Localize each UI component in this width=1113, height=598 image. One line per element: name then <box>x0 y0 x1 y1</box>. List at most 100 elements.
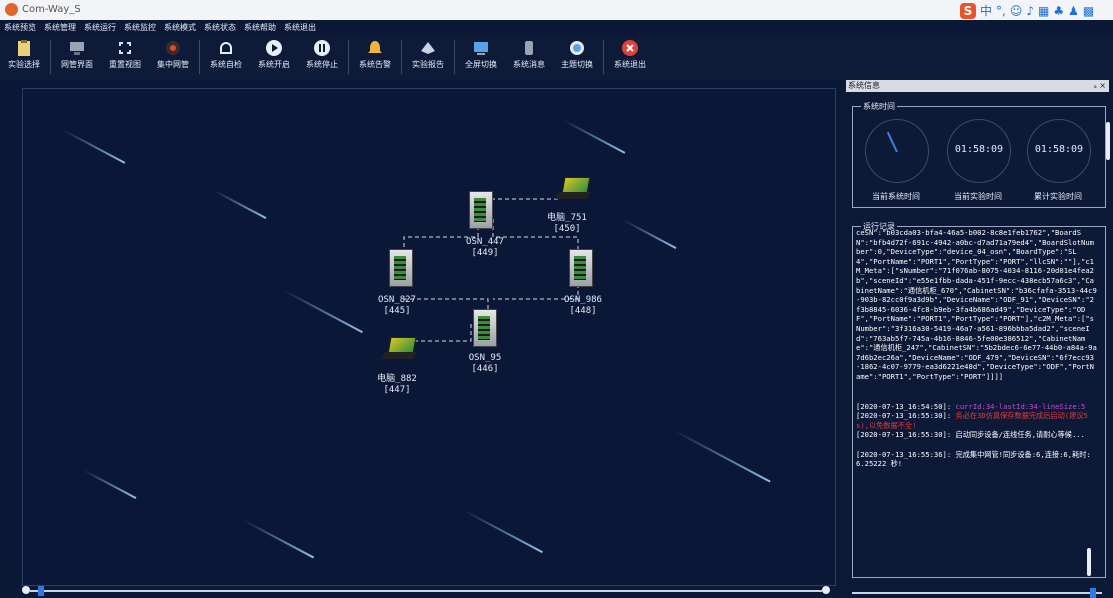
ime-toolbar[interactable]: S 中 °, ☺ ♪ ▦ ♣ ♟ ▩ <box>960 2 1094 19</box>
monitor-icon <box>70 42 84 55</box>
menu-item-status[interactable]: 系统状态 <box>200 20 240 34</box>
panel-title: 系统信息 <box>848 81 880 90</box>
slider-handle[interactable] <box>38 586 44 596</box>
self-check-button[interactable]: 系统自检 <box>202 34 250 78</box>
log-scrollbar[interactable] <box>1087 548 1091 576</box>
menu-item-mode[interactable]: 系统模式 <box>160 20 200 34</box>
node-label: OSN_447 [449] <box>466 237 504 258</box>
toolbar-label: 系统告警 <box>359 60 391 69</box>
toolbar: 实验选择 网管界面 重置视图 集中网管 系统自检 系统开启 系统停止 系统告警 … <box>0 34 1113 80</box>
system-stop-button[interactable]: 系统停止 <box>298 34 346 78</box>
panel-slider[interactable] <box>852 588 1102 598</box>
ime-skin-icon[interactable]: ♣ <box>1053 4 1064 18</box>
slider-track[interactable] <box>852 592 1102 594</box>
ime-shirt-icon[interactable]: ♟ <box>1068 4 1079 18</box>
menu-item-help[interactable]: 系统帮助 <box>240 20 280 34</box>
ime-emoji-icon[interactable]: ☺ <box>1010 4 1023 18</box>
log-text: 启动同步设备/连线任务,请耐心等候... <box>955 430 1085 440</box>
ime-grid-icon[interactable]: ▩ <box>1083 4 1094 18</box>
panel-controls[interactable]: ₐ × <box>1094 80 1106 92</box>
canvas-zoom-slider[interactable] <box>22 586 834 596</box>
node-osn-986[interactable] <box>569 249 593 287</box>
central-nms-button[interactable]: 集中网管 <box>149 34 197 78</box>
cabinet-icon <box>569 249 593 287</box>
zoom-out-icon[interactable] <box>22 586 30 594</box>
menu-item-exit[interactable]: 系统退出 <box>280 20 320 34</box>
system-alarm-button[interactable]: 系统告警 <box>351 34 399 78</box>
log-entry: [2020-07-13_16:55:30]: 务必在3D仿真保存数据完成后启动(… <box>856 411 1098 430</box>
log-text: currId:34-lastId:34-lineSize:5 <box>955 401 1086 411</box>
toolbar-label: 网管界面 <box>61 60 93 69</box>
central-nms-icon <box>166 41 180 55</box>
sogou-icon[interactable]: S <box>960 2 976 19</box>
slider-track[interactable] <box>30 590 822 592</box>
system-info-panel: 系统信息 ₐ × 系统时间 当前系统时间 01:58:09 当前实验时间 01:… <box>846 80 1109 597</box>
toolbar-separator <box>454 40 455 74</box>
system-exit-button[interactable]: 系统退出 <box>606 34 654 78</box>
report-icon <box>421 42 435 54</box>
nms-ui-button[interactable]: 网管界面 <box>53 34 101 78</box>
menu-bar: 系统预览 系统管理 系统运行 系统监控 系统模式 系统状态 系统帮助 系统退出 <box>0 20 1113 34</box>
node-label: 电脑_751 [450] <box>547 213 587 234</box>
node-osn-447[interactable] <box>469 191 493 229</box>
clock-value: 01:58:09 <box>1034 144 1084 155</box>
node-pc-882[interactable] <box>381 337 417 361</box>
log-entry: [2020-07-13_16:54:50]: currId:34-lastId:… <box>856 402 1098 412</box>
experiment-select-button[interactable]: 实验选择 <box>0 34 48 78</box>
ime-lang-icon[interactable]: 中 <box>980 2 992 19</box>
toolbar-label: 系统消息 <box>513 60 545 69</box>
toolbar-label: 全屏切换 <box>465 60 497 69</box>
system-message-button[interactable]: 系统消息 <box>505 34 553 78</box>
menu-item-preview[interactable]: 系统预览 <box>0 20 40 34</box>
reset-view-button[interactable]: 重置视图 <box>101 34 149 78</box>
window-title: Com-Way_S <box>22 4 81 15</box>
clock-label: 当前系统时间 <box>872 192 920 201</box>
menu-item-monitor[interactable]: 系统监控 <box>120 20 160 34</box>
toolbar-label: 系统停止 <box>306 60 338 69</box>
run-log-text[interactable]: ceSN":"b03cda03-bfa4-46a5-b002-8c8e1feb1… <box>856 228 1098 568</box>
system-start-button[interactable]: 系统开启 <box>250 34 298 78</box>
toolbar-separator <box>348 40 349 74</box>
exit-icon <box>622 40 638 56</box>
clipboard-icon <box>18 40 30 56</box>
theme-switch-button[interactable]: 主题切换 <box>553 34 601 78</box>
bell-icon <box>368 41 382 53</box>
toolbar-separator <box>603 40 604 74</box>
toolbar-label: 系统开启 <box>258 60 290 69</box>
ime-keyboard-icon[interactable]: ▦ <box>1038 4 1049 18</box>
title-bar: Com-Way_S S 中 °, ☺ ♪ ▦ ♣ ♟ ▩ <box>0 0 1113 20</box>
topology-canvas[interactable]: OSN_447 [449] 电脑_751 [450] OSN_827 [445]… <box>22 88 836 586</box>
toolbar-label: 系统退出 <box>614 60 646 69</box>
experiment-report-button[interactable]: 实验报告 <box>404 34 452 78</box>
toolbar-separator <box>50 40 51 74</box>
digital-clock: 01:58:09 <box>947 119 1011 183</box>
theme-icon <box>570 41 584 55</box>
group-title: 系统时间 <box>861 101 897 112</box>
cabinet-icon <box>389 249 413 287</box>
panel-scrollbar[interactable] <box>1106 122 1110 160</box>
node-label: OSN_95 [446] <box>468 353 502 374</box>
digital-clock: 01:58:09 <box>1027 119 1091 183</box>
reset-view-icon <box>119 42 131 54</box>
clock-hand-icon <box>886 131 898 153</box>
node-osn-827[interactable] <box>389 249 413 287</box>
node-pc-751[interactable] <box>555 177 591 201</box>
link-95-882 <box>412 324 472 347</box>
toolbar-separator <box>199 40 200 74</box>
log-json-block: ceSN":"b03cda03-bfa4-46a5-b002-8c8e1feb1… <box>856 228 1097 381</box>
ime-mic-icon[interactable]: ♪ <box>1026 4 1034 18</box>
toolbar-label: 重置视图 <box>109 60 141 69</box>
menu-item-run[interactable]: 系统运行 <box>80 20 120 34</box>
zoom-in-icon[interactable] <box>822 586 830 594</box>
toolbar-label: 系统自检 <box>210 60 242 69</box>
laptop-icon <box>381 337 417 361</box>
play-icon <box>266 40 282 56</box>
toolbar-label: 主题切换 <box>561 60 593 69</box>
fullscreen-toggle-button[interactable]: 全屏切换 <box>457 34 505 78</box>
pause-icon <box>314 40 330 56</box>
node-osn-95[interactable] <box>473 309 497 347</box>
ime-punct-icon[interactable]: °, <box>996 4 1006 18</box>
menu-item-manage[interactable]: 系统管理 <box>40 20 80 34</box>
node-label: OSN_827 [445] <box>378 295 416 316</box>
self-check-icon <box>220 42 232 54</box>
